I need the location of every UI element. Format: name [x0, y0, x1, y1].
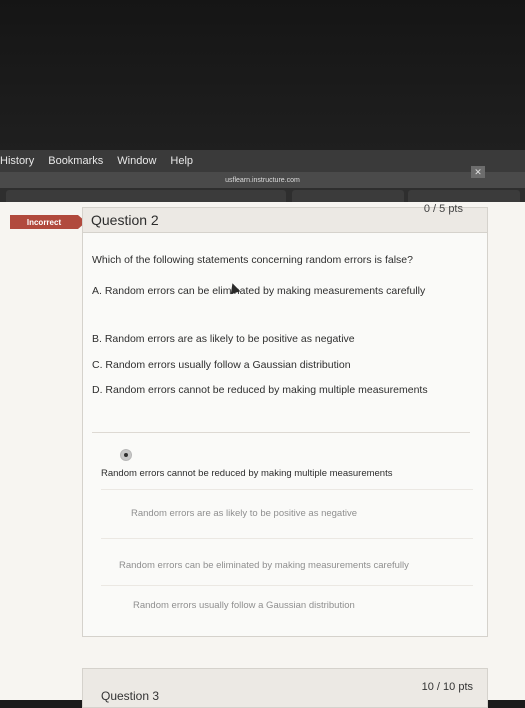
answer-divider [101, 585, 473, 586]
answer-option-selected[interactable]: Random errors cannot be reduced by makin… [101, 468, 473, 479]
answer-option[interactable]: Random errors can be eliminated by makin… [119, 560, 459, 571]
incorrect-badge: Incorrect [10, 215, 86, 229]
address-bar[interactable]: usflearn.instructure.com [0, 172, 525, 188]
menu-item-help[interactable]: Help [170, 155, 193, 167]
menu-item-window[interactable]: Window [117, 155, 156, 167]
url-text: usflearn.instructure.com [225, 176, 300, 184]
choice-b: B. Random errors are as likely to be pos… [92, 333, 355, 345]
menu-item-history[interactable]: History [0, 155, 34, 167]
next-question-title: Question 3 [101, 689, 160, 703]
question-header: Question 2 0 / 5 pts [83, 203, 487, 233]
next-question-card: Question 3 10 / 10 pts [82, 668, 488, 708]
choice-a: A. Random errors can be eliminated by ma… [92, 285, 426, 297]
browser-tab[interactable] [408, 190, 520, 202]
browser-tab[interactable] [292, 190, 404, 202]
answer-divider [101, 489, 473, 490]
question-text: Which of the following statements concer… [92, 254, 413, 266]
question-card: Question 2 0 / 5 pts Which of the follow… [82, 203, 488, 637]
browser-tab[interactable] [6, 190, 286, 202]
answer-separator [92, 432, 470, 433]
answer-option[interactable]: Random errors usually follow a Gaussian … [133, 600, 433, 611]
choice-d: D. Random errors cannot be reduced by ma… [92, 384, 428, 396]
question-points: 0 / 5 pts [423, 203, 463, 215]
choice-c: C. Random errors usually follow a Gaussi… [92, 359, 351, 371]
selected-radio-icon[interactable] [120, 449, 132, 461]
question-title: Question 2 [91, 212, 159, 228]
dark-top-area [0, 0, 525, 150]
close-icon[interactable]: ✕ [471, 166, 485, 178]
menu-bar: History Bookmarks Window Help [0, 150, 525, 172]
menu-item-bookmarks[interactable]: Bookmarks [48, 155, 103, 167]
next-question-points: 10 / 10 pts [421, 681, 473, 693]
tab-strip [0, 188, 525, 202]
answer-divider [101, 538, 473, 539]
answer-option[interactable]: Random errors are as likely to be positi… [131, 508, 431, 519]
